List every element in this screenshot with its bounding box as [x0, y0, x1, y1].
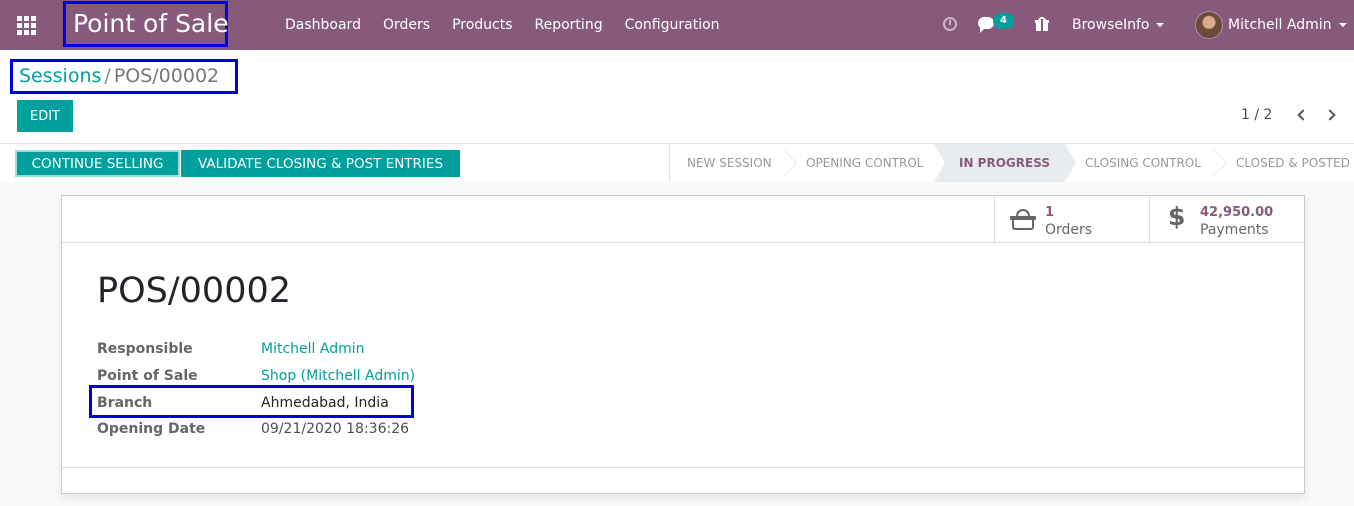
stage-closing-control[interactable]: CLOSING CONTROL [1085, 144, 1201, 182]
stage-in-progress[interactable]: IN PROGRESS [945, 144, 1065, 182]
company-switcher[interactable]: BrowseInfo [1072, 0, 1165, 50]
orders-count: 1 [1045, 205, 1055, 220]
stage-opening-control[interactable]: OPENING CONTROL [806, 144, 923, 182]
point-of-sale-label: Point of Sale [97, 368, 198, 384]
stage-new-session[interactable]: NEW SESSION [687, 144, 772, 182]
menu-item-dashboard[interactable]: Dashboard [274, 0, 372, 50]
activity-clock-icon[interactable] [943, 17, 957, 31]
company-name: BrowseInfo [1072, 17, 1150, 33]
responsible-value[interactable]: Mitchell Admin [261, 341, 365, 357]
form-sheet: 1 Orders $ 42,950.00 Payments POS/00002 … [61, 195, 1305, 494]
edit-button[interactable]: EDIT [17, 100, 73, 132]
branch-label: Branch [97, 395, 153, 411]
user-name: Mitchell Admin [1228, 17, 1332, 33]
control-panel: Sessions / POS/00002 EDIT 1 / 2 CONTINUE S… [0, 50, 1354, 182]
stage-divider [1205, 144, 1219, 182]
chevron-down-icon [1338, 23, 1347, 27]
branch-value: Ahmedabad, India [261, 395, 389, 411]
orders-label: Orders [1045, 222, 1093, 238]
smart-button-box: 1 Orders $ 42,950.00 Payments [62, 196, 1304, 243]
breadcrumb: Sessions / POS/00002 [10, 59, 238, 94]
user-menu[interactable]: Mitchell Admin [1195, 0, 1347, 50]
chevron-down-icon [1156, 23, 1165, 27]
orders-stat-button[interactable]: 1 Orders [994, 196, 1149, 243]
breadcrumb-sessions-link[interactable]: Sessions [19, 65, 101, 87]
chevron-left-icon[interactable] [1297, 109, 1307, 121]
session-stages: NEW SESSION OPENING CONTROL IN PROGRESS … [669, 144, 1350, 182]
continue-selling-button[interactable]: CONTINUE SELLING [15, 150, 180, 177]
menu-item-configuration[interactable]: Configuration [614, 0, 731, 50]
messages-count-badge: 4 [993, 13, 1014, 29]
opening-date-value: 09/21/2020 18:36:26 [261, 421, 410, 437]
menu-item-products[interactable]: Products [441, 0, 523, 50]
breadcrumb-separator: / [104, 65, 111, 87]
stage-divider [775, 144, 789, 182]
menu-item-reporting[interactable]: Reporting [524, 0, 614, 50]
menu-item-orders[interactable]: Orders [372, 0, 441, 50]
gift-icon[interactable] [1035, 17, 1049, 31]
point-of-sale-value[interactable]: Shop (Mitchell Admin) [261, 368, 415, 384]
opening-date-label: Opening Date [97, 421, 206, 437]
payments-stat-button[interactable]: $ 42,950.00 Payments [1149, 196, 1304, 243]
main-menu: Dashboard Orders Products Reporting Conf… [274, 0, 731, 50]
validate-closing-button[interactable]: VALIDATE CLOSING & POST ENTRIES [181, 150, 460, 177]
dollar-icon: $ [1168, 202, 1186, 231]
stage-active-arrow [1065, 144, 1076, 182]
payments-amount: 42,950.00 [1200, 205, 1274, 220]
breadcrumb-current: POS/00002 [113, 65, 220, 87]
payments-label: Payments [1200, 222, 1269, 238]
divider [62, 467, 1304, 468]
avatar [1195, 11, 1223, 39]
pager-value[interactable]: 1 / 2 [1241, 107, 1272, 123]
basket-icon [1010, 209, 1036, 231]
stage-closed-posted[interactable]: CLOSED & POSTED [1236, 144, 1350, 182]
statusbar: CONTINUE SELLING VALIDATE CLOSING & POST… [0, 143, 1354, 182]
top-navbar: Point of Sale Dashboard Orders Products … [0, 0, 1354, 50]
responsible-label: Responsible [97, 341, 193, 357]
record-title: POS/00002 [97, 271, 292, 311]
apps-menu-icon[interactable] [8, 8, 44, 42]
chevron-right-icon[interactable] [1326, 109, 1336, 121]
app-title[interactable]: Point of Sale [63, 1, 229, 47]
messaging-icon[interactable] [978, 17, 994, 33]
stage-active-tail [934, 144, 945, 182]
